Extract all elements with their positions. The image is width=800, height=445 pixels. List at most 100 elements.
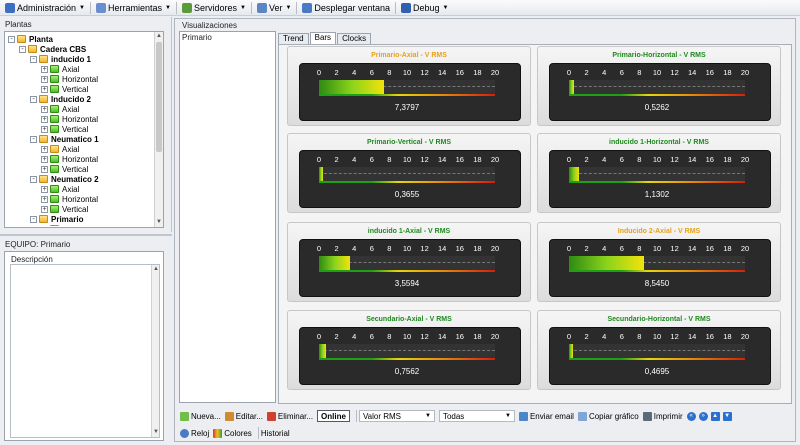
reloj-button[interactable]: Reloj <box>180 428 209 438</box>
node-icon <box>39 215 48 223</box>
gauge-ticks: 0 2 4 6 8 10 12 14 16 18 20 <box>317 332 499 341</box>
menu-label: Herramientas <box>107 2 163 13</box>
descripcion-textarea[interactable] <box>10 264 160 438</box>
menu-admin[interactable]: Administración ▼ <box>2 1 88 15</box>
node-icon <box>50 65 59 73</box>
tree-node[interactable]: + Horizontal <box>41 194 98 204</box>
menu-tools[interactable]: Herramientas ▼ <box>93 1 174 15</box>
tree-node[interactable]: - Neumatico 2 <box>30 174 99 184</box>
scroll-up-icon[interactable]: ▲ <box>155 32 163 40</box>
expand-icon[interactable]: + <box>41 225 48 226</box>
gauge-card: Secundario-Axial - V RMS 0 2 4 6 8 10 12 14 16 18 2… <box>287 310 531 390</box>
collapse-icon[interactable]: - <box>30 215 37 223</box>
expand-icon[interactable]: + <box>41 155 48 163</box>
tree-node[interactable]: + Axial <box>41 184 79 194</box>
gauge-title: Primario-Vertical - V RMS <box>366 139 452 146</box>
expand-icon[interactable]: + <box>41 105 48 113</box>
tick-label: 10 <box>652 244 662 253</box>
tree-node[interactable]: + Horizontal <box>41 74 98 84</box>
todas-select[interactable]: Todas ▼ <box>438 410 515 422</box>
historial-button[interactable]: Historial <box>261 429 290 438</box>
node-icon <box>50 165 59 173</box>
expand-icon[interactable]: + <box>41 115 48 123</box>
tree-node[interactable]: + Vertical <box>41 84 88 94</box>
collapse-icon[interactable]: - <box>30 175 37 183</box>
expand-icon[interactable]: + <box>41 205 48 213</box>
expand-icon[interactable]: + <box>41 125 48 133</box>
tree-node[interactable]: + Axial <box>41 64 79 74</box>
gauge-color-scale <box>569 94 745 96</box>
enviar-email-button[interactable]: Enviar email <box>518 411 574 421</box>
tree-scrollbar[interactable]: ▲ ▼ <box>154 32 163 227</box>
tick-label: 10 <box>402 244 412 253</box>
last-icon[interactable]: » <box>698 411 708 421</box>
bottom-toolbar: Nueva... Editar... Eliminar... Online Va… <box>180 408 800 424</box>
tree-node[interactable]: - Planta <box>8 34 53 44</box>
tab-bars[interactable]: Bars <box>309 32 337 44</box>
copiar-label: Copiar gráfico <box>588 411 639 421</box>
menu-view[interactable]: Ver ▼ <box>254 1 294 15</box>
colores-button[interactable]: Colores <box>213 428 252 438</box>
plant-tree: - Planta - Cadera CBS - inducido 1 + Axial + Hori… <box>8 34 153 226</box>
valor-select[interactable]: Valor RMS ▼ <box>358 410 435 422</box>
arrow-up-icon[interactable]: ▲ <box>710 411 720 421</box>
tree-node[interactable]: - inducido 1 <box>30 54 91 64</box>
imprimir-button[interactable]: Imprimir <box>642 411 683 421</box>
tree-node[interactable]: + Vertical <box>41 124 88 134</box>
gauge-value: 0,7562 <box>394 367 420 376</box>
gauge-dots <box>569 173 745 174</box>
menu-debug[interactable]: Debug ▼ <box>398 1 451 15</box>
eliminar-button[interactable]: Eliminar... <box>266 411 313 421</box>
menu-window[interactable]: Desplegar ventana <box>299 1 393 15</box>
scroll-down-icon[interactable]: ▼ <box>155 218 163 226</box>
nueva-button[interactable]: Nueva... <box>180 411 221 421</box>
tree-node-label: Axial <box>62 225 79 227</box>
tab-clocks[interactable]: Clocks <box>337 33 372 44</box>
collapse-icon[interactable]: - <box>30 135 37 143</box>
tree-node[interactable]: - Neumatico 1 <box>30 134 99 144</box>
imprimir-label: Imprimir <box>653 411 683 421</box>
tree-node[interactable]: + Vertical <box>41 204 88 214</box>
scroll-up-icon[interactable]: ▲ <box>152 265 160 273</box>
arrow-down-icon[interactable]: ▼ <box>722 411 732 421</box>
gauge-color-scale <box>569 181 745 183</box>
collapse-icon[interactable]: - <box>8 35 15 43</box>
tree-node[interactable]: + Horizontal <box>41 114 98 124</box>
expand-icon[interactable]: + <box>41 75 48 83</box>
menu-server[interactable]: Servidores ▼ <box>179 1 249 15</box>
first-icon[interactable]: « <box>686 411 696 421</box>
online-toggle[interactable]: Online <box>317 410 350 422</box>
tick-label: 16 <box>455 68 464 77</box>
tab-trend[interactable]: Trend <box>278 33 309 44</box>
clock-icon <box>180 428 189 438</box>
tree-node[interactable]: - Inducido 2 <box>30 94 91 104</box>
copiar-grafico-button[interactable]: Copiar gráfico <box>577 411 639 421</box>
expand-icon[interactable]: + <box>41 145 48 153</box>
tree-node[interactable]: + Axial <box>41 104 79 114</box>
tree-node[interactable]: + Axial <box>41 144 79 154</box>
expand-icon[interactable]: + <box>41 85 48 93</box>
scroll-down-icon[interactable]: ▼ <box>152 428 160 436</box>
visualizacion-item[interactable]: Primario <box>182 33 212 42</box>
tree-node[interactable]: + Horizontal <box>41 154 98 164</box>
tree-node[interactable]: - Primario <box>30 214 83 224</box>
expand-icon[interactable]: + <box>41 185 48 193</box>
menu-label: Ver <box>268 2 283 13</box>
expand-icon[interactable]: + <box>41 65 48 73</box>
tree-node[interactable]: + Vertical <box>41 164 88 174</box>
tree-node[interactable]: - Cadera CBS <box>19 44 86 54</box>
tick-label: 2 <box>584 155 589 164</box>
tick-label: 20 <box>490 332 500 341</box>
tick-label: 0 <box>316 68 322 77</box>
collapse-icon[interactable]: - <box>19 45 26 53</box>
copy-icon <box>577 411 587 421</box>
scroll-thumb[interactable] <box>156 42 162 152</box>
editar-button[interactable]: Editar... <box>224 411 263 421</box>
tick-label: 4 <box>602 244 607 253</box>
collapse-icon[interactable]: - <box>30 55 37 63</box>
tree-node[interactable]: + Axial <box>41 224 79 226</box>
descripcion-scrollbar[interactable]: ▲ ▼ <box>151 265 159 437</box>
collapse-icon[interactable]: - <box>30 95 37 103</box>
expand-icon[interactable]: + <box>41 195 48 203</box>
expand-icon[interactable]: + <box>41 165 48 173</box>
